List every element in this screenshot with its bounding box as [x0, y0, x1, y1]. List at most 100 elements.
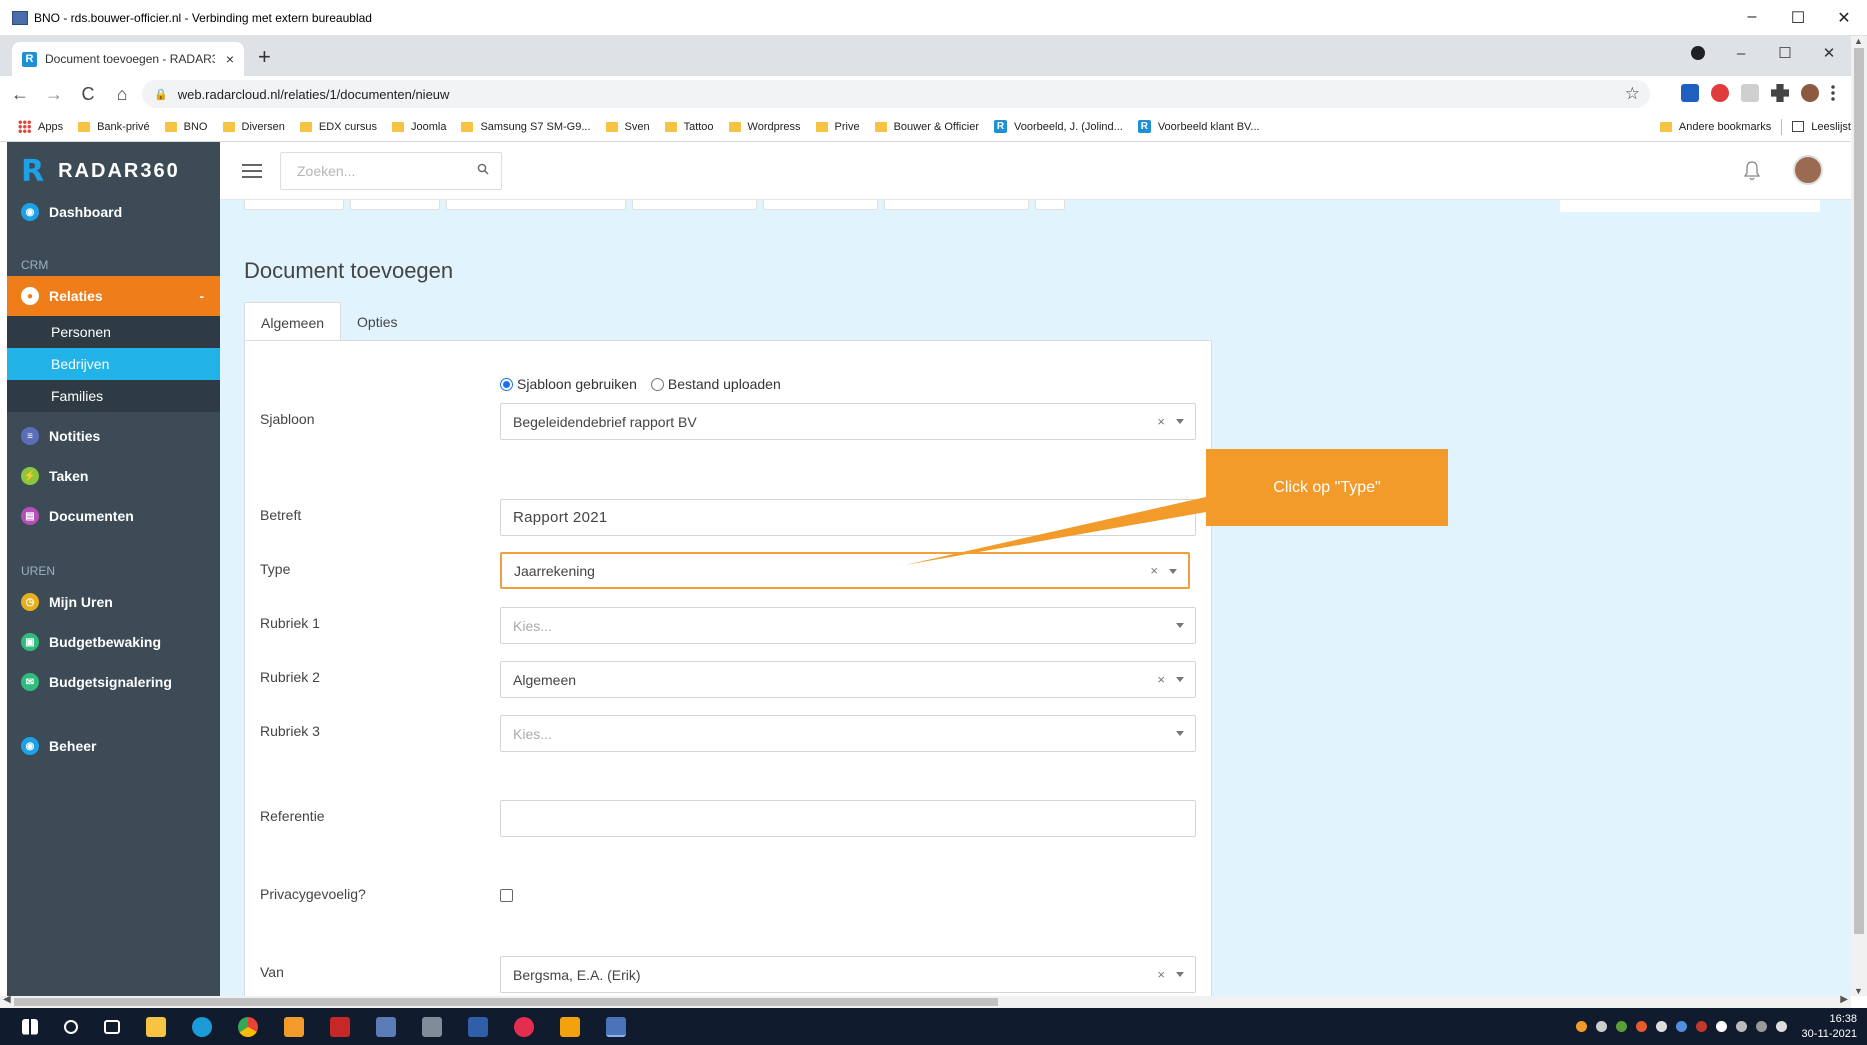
reload-icon[interactable]: C — [74, 84, 102, 105]
other-bookmarks[interactable]: Andere bookmarks — [1659, 121, 1771, 133]
notifications-bell-icon[interactable] — [1743, 160, 1761, 182]
chevron-down-icon[interactable] — [1176, 677, 1184, 682]
app-icon[interactable] — [330, 1016, 350, 1037]
action-button[interactable] — [244, 200, 344, 210]
tray-icon[interactable] — [1695, 1021, 1707, 1032]
action-button[interactable] — [1035, 200, 1065, 210]
tray-icon[interactable] — [1595, 1021, 1607, 1032]
qr-extension-icon[interactable] — [1741, 84, 1759, 102]
app-icon[interactable] — [284, 1016, 304, 1037]
scroll-thumb[interactable] — [14, 998, 998, 1006]
minimize-button[interactable]: – — [1729, 8, 1775, 28]
scroll-up-icon[interactable]: ▲ — [1854, 36, 1863, 46]
bookmark-item[interactable]: EDX cursus — [299, 121, 377, 133]
bookmark-item[interactable]: Bank-privé — [78, 121, 150, 133]
radio-upload-label[interactable]: Bestand uploaden — [668, 376, 781, 392]
bookmark-item[interactable]: Tattoo — [664, 121, 714, 133]
volume-icon[interactable] — [1775, 1021, 1787, 1032]
tray-icon[interactable] — [1655, 1021, 1667, 1032]
extension-icon[interactable] — [1681, 84, 1699, 102]
scroll-down-icon[interactable]: ▼ — [1854, 986, 1863, 996]
url-text[interactable]: web.radarcloud.nl/relaties/1/documenten/… — [178, 87, 450, 102]
calculator-icon[interactable] — [422, 1016, 442, 1037]
tab-search-icon[interactable] — [1691, 46, 1705, 60]
reading-list[interactable]: Leeslijst — [1792, 121, 1851, 133]
action-button[interactable] — [350, 200, 440, 210]
radio-template[interactable] — [500, 377, 513, 391]
task-view-icon[interactable] — [104, 1019, 120, 1034]
menu-toggle-icon[interactable] — [242, 160, 262, 182]
search-input[interactable]: Zoeken... — [280, 151, 502, 190]
sidebar-item-taken[interactable]: ⚡ Taken — [7, 456, 220, 496]
tab-opties[interactable]: Opties — [341, 302, 413, 342]
system-clock[interactable]: 16:38 30-11-2021 — [1802, 1012, 1857, 1042]
tab-close-icon[interactable]: × — [226, 51, 234, 67]
bookmark-item[interactable]: Sven — [605, 121, 650, 133]
sidebar-item-budgetbewaking[interactable]: ▣ Budgetbewaking — [7, 622, 220, 662]
sidebar-item-personen[interactable]: Personen — [7, 316, 220, 348]
scroll-left-icon[interactable]: ◀ — [3, 994, 11, 1005]
chevron-down-icon[interactable] — [1176, 419, 1184, 424]
onedrive-icon[interactable] — [1715, 1021, 1727, 1032]
collapse-icon[interactable]: - — [199, 288, 204, 304]
clear-icon[interactable]: × — [1157, 967, 1165, 982]
windows-start-icon[interactable] — [22, 1018, 38, 1035]
browser-maximize-button[interactable]: ☐ — [1763, 44, 1807, 62]
bookmark-item[interactable]: R Voorbeeld, J. (Jolind... — [993, 120, 1123, 133]
bookmark-item[interactable]: Joomla — [391, 121, 446, 133]
browser-minimize-button[interactable]: – — [1719, 45, 1763, 62]
new-tab-button[interactable]: + — [258, 44, 271, 70]
sidebar-item-bedrijven[interactable]: Bedrijven — [7, 348, 220, 380]
sidebar-item-beheer[interactable]: ◉ Beheer — [7, 726, 220, 766]
extensions-puzzle-icon[interactable] — [1771, 84, 1789, 102]
forward-icon[interactable]: → — [40, 84, 68, 105]
lock-icon[interactable]: 🔒 — [154, 88, 168, 101]
clear-icon[interactable]: × — [1157, 414, 1165, 429]
app-icon[interactable] — [468, 1016, 488, 1037]
rubriek2-select[interactable]: Algemeen × — [500, 661, 1196, 698]
action-button[interactable] — [446, 200, 626, 210]
app-icon[interactable] — [514, 1016, 534, 1037]
bookmark-item[interactable]: Samsung S7 SM-G9... — [461, 121, 591, 133]
sidebar-item-budgetsignalering[interactable]: ✉ Budgetsignalering — [7, 662, 220, 702]
home-icon[interactable]: ⌂ — [108, 84, 136, 105]
betreft-input[interactable]: Rapport 2021 — [500, 499, 1196, 536]
sjabloon-select[interactable]: Begeleidendebrief rapport BV × — [500, 403, 1196, 440]
bookmark-item[interactable]: Prive — [815, 121, 860, 133]
sidebar-item-mijn-uren[interactable]: ◷ Mijn Uren — [7, 582, 220, 622]
chrome-icon[interactable] — [238, 1016, 258, 1037]
vertical-scrollbar[interactable]: ▲ ▼ — [1851, 36, 1867, 996]
rubriek3-select[interactable]: Kies... — [500, 715, 1196, 752]
bookmark-apps[interactable]: Apps — [18, 120, 63, 133]
network-icon[interactable] — [1735, 1021, 1747, 1032]
action-button[interactable] — [632, 200, 757, 210]
display-icon[interactable] — [1755, 1021, 1767, 1032]
sidebar-item-documenten[interactable]: ▤ Documenten — [7, 496, 220, 536]
scroll-right-icon[interactable]: ▶ — [1840, 994, 1848, 1005]
user-avatar[interactable] — [1793, 155, 1823, 185]
tray-icon[interactable] — [1575, 1021, 1587, 1032]
sidebar-item-families[interactable]: Families — [7, 380, 220, 412]
bookmark-item[interactable]: Diversen — [222, 121, 285, 133]
search-icon[interactable] — [477, 163, 489, 178]
bookmark-item[interactable]: R Voorbeeld klant BV... — [1137, 120, 1260, 133]
profile-avatar-icon[interactable] — [1801, 84, 1819, 102]
van-select[interactable]: Bergsma, E.A. (Erik) × — [500, 956, 1196, 993]
bookmark-item[interactable]: Wordpress — [728, 121, 801, 133]
action-button[interactable] — [884, 200, 1029, 210]
chevron-down-icon[interactable] — [1176, 972, 1184, 977]
back-icon[interactable]: ← — [6, 84, 34, 105]
tray-icon[interactable] — [1675, 1021, 1687, 1032]
scroll-thumb[interactable] — [1854, 48, 1864, 934]
sidebar-item-relaties[interactable]: ● Relaties - — [7, 276, 220, 316]
clear-icon[interactable]: × — [1150, 563, 1158, 578]
address-bar[interactable]: 🔒 web.radarcloud.nl/relaties/1/documente… — [142, 80, 1650, 108]
remote-desktop-taskbar-icon[interactable] — [606, 1016, 626, 1037]
tab-algemeen[interactable]: Algemeen — [244, 302, 342, 342]
adblock-icon[interactable] — [1711, 84, 1729, 102]
maximize-button[interactable]: ☐ — [1775, 8, 1821, 28]
browser-tab[interactable]: R Document toevoegen - RADAR360 × — [12, 42, 244, 76]
action-button[interactable] — [763, 200, 878, 210]
tray-icon[interactable] — [1615, 1021, 1627, 1032]
app-icon[interactable] — [560, 1016, 580, 1037]
